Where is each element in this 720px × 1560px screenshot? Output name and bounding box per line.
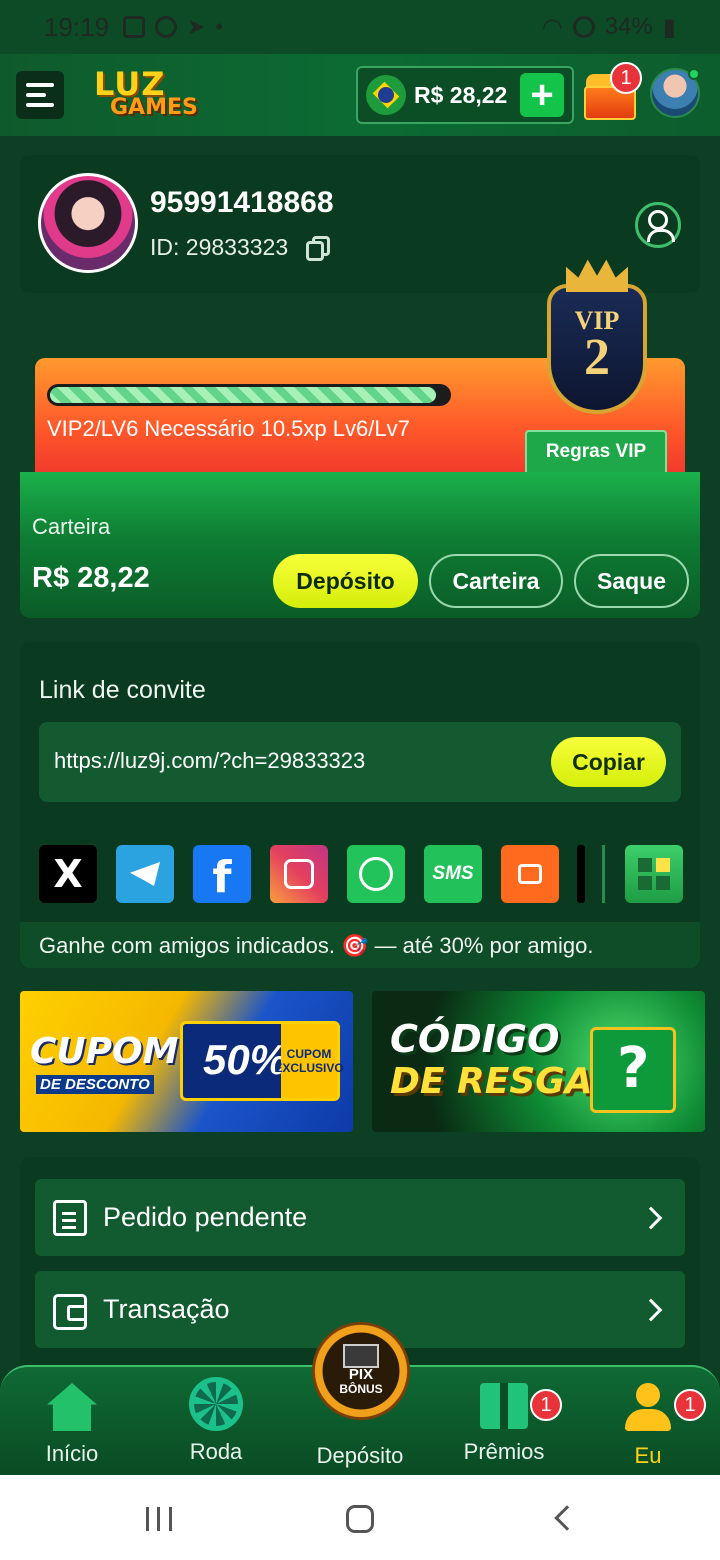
invite-footer-text: Ganhe com amigos indicados. 🎯 — até 30% … <box>39 933 594 958</box>
kwai-icon[interactable] <box>501 845 559 903</box>
logo-text-games: GAMES <box>110 95 198 120</box>
telegram-status-icon: ➤ <box>187 14 206 39</box>
center-pix-text: PIX <box>348 1366 374 1384</box>
nav-label: Início <box>45 1441 99 1466</box>
back-icon[interactable] <box>554 1505 580 1531</box>
invite-title: Link de convite <box>39 676 206 704</box>
share-divider <box>602 845 605 903</box>
share-icons: X f SMS <box>39 845 699 903</box>
status-time: 19:19 <box>44 11 110 42</box>
battery-text: 34% <box>604 13 653 40</box>
coupon-side-text: CUPOM EXCLUSIVO <box>274 1024 344 1098</box>
order-icon <box>53 1199 87 1236</box>
wheel-icon <box>189 1377 243 1431</box>
menu-item-label: Pedido pendente <box>103 1202 308 1232</box>
center-bonus-text: BÔNUS <box>339 1382 383 1397</box>
vip-badge-level: 2 <box>584 329 610 386</box>
profile-phone: 95991418868 <box>150 186 334 219</box>
nav-home[interactable]: Início <box>12 1383 132 1467</box>
wallet-amount: R$ 28,22 <box>32 562 150 594</box>
whatsapp-icon[interactable] <box>347 845 405 903</box>
vip-progress-fill <box>50 387 437 403</box>
profile-avatar[interactable] <box>38 173 138 273</box>
nav-wheel[interactable]: Roda <box>156 1377 276 1465</box>
header-balance[interactable]: R$ 28,22 + <box>356 66 574 124</box>
nav-me[interactable]: Eu 1 <box>588 1383 708 1469</box>
header-avatar[interactable] <box>650 68 700 118</box>
menu-button[interactable] <box>16 71 64 119</box>
invite-link-box: https://luz9j.com/?ch=29833323 Copiar <box>39 722 681 802</box>
nav-label: Prêmios <box>463 1439 545 1464</box>
vip-progress-bar <box>47 384 451 406</box>
telegram-icon[interactable] <box>116 845 174 903</box>
coupon-ticket: 50% CUPOM EXCLUSIVO <box>180 1021 344 1101</box>
coupon-subtitle: DE DESCONTO <box>36 1075 154 1094</box>
redeem-title-1: CÓDIGO <box>390 1017 560 1061</box>
nav-prizes[interactable]: Prêmios 1 <box>444 1383 564 1465</box>
crown-icon <box>566 259 628 292</box>
gift-icon <box>480 1383 528 1429</box>
vip-rules-button[interactable]: Regras VIP <box>525 430 667 472</box>
pix-bonus-deposit-button[interactable]: PIX BÔNUS <box>312 1322 410 1420</box>
system-status: ◠ 34% ▮ <box>542 13 676 42</box>
wallet-label: Carteira <box>32 514 111 539</box>
header-balance-amount: R$ 28,22 <box>414 81 508 108</box>
coupon-title: CUPOM <box>30 1031 179 1072</box>
dnd-icon <box>572 16 595 38</box>
sms-icon[interactable]: SMS <box>424 845 482 903</box>
wallet-button[interactable]: Carteira <box>429 554 563 608</box>
home-icon <box>47 1383 97 1431</box>
home-button-icon[interactable] <box>346 1505 374 1533</box>
invite-link: https://luz9j.com/?ch=29833323 <box>54 748 366 773</box>
nav-label: Roda <box>189 1439 243 1464</box>
chest-badge: 1 <box>610 62 642 94</box>
copy-id-icon[interactable] <box>306 236 332 262</box>
wifi-icon: ◠ <box>541 13 563 41</box>
battery-icon: ▮ <box>662 13 676 41</box>
whatsapp-status-icon <box>155 16 178 38</box>
system-nav-bar <box>0 1475 720 1560</box>
more-icon[interactable] <box>577 845 585 903</box>
notification-icons: ➤ • <box>123 14 223 40</box>
facebook-icon[interactable]: f <box>193 845 251 903</box>
brazil-flag-icon <box>366 75 406 115</box>
deposit-button[interactable]: Depósito <box>273 554 418 608</box>
mystery-gift-icon <box>590 1027 676 1113</box>
treasure-chest-button[interactable]: 1 <box>584 62 642 124</box>
wallet-icon <box>53 1293 87 1330</box>
menu-item-pending-order[interactable]: Pedido pendente <box>35 1179 685 1256</box>
apps-icon[interactable] <box>625 845 683 903</box>
app-header: LUZ GAMES R$ 28,22 + 1 <box>0 54 720 136</box>
instagram-icon[interactable] <box>270 845 328 903</box>
online-dot <box>688 68 700 80</box>
vip-status-text: VIP2/LV6 Necessário 10.5xp Lv6/Lv7 <box>47 416 410 441</box>
edit-profile-button[interactable] <box>635 202 681 248</box>
x-icon[interactable]: X <box>39 845 97 903</box>
withdraw-button[interactable]: Saque <box>574 554 689 608</box>
luz-games-logo[interactable]: LUZ GAMES <box>94 65 206 125</box>
prizes-badge: 1 <box>530 1389 562 1421</box>
envelope-icon <box>343 1344 379 1368</box>
chevron-right-icon <box>639 1298 663 1321</box>
user-icon <box>625 1383 671 1433</box>
coupon-banner[interactable]: CUPOM DE DESCONTO 50% CUPOM EXCLUSIVO <box>20 991 353 1132</box>
add-funds-button[interactable]: + <box>520 73 564 117</box>
nav-label: Eu <box>634 1443 662 1468</box>
status-bar: 19:19 ➤ • ◠ 34% ▮ <box>0 0 720 54</box>
nav-deposit-label[interactable]: Depósito <box>300 1443 420 1469</box>
menu-item-label: Transação <box>103 1294 230 1324</box>
invite-card: Link de convite https://luz9j.com/?ch=29… <box>20 642 700 968</box>
me-badge: 1 <box>674 1389 706 1421</box>
chevron-right-icon <box>639 1206 663 1229</box>
vip-badge: VIP 2 <box>544 256 650 424</box>
copy-link-button[interactable]: Copiar <box>551 737 666 787</box>
wallet-card: Carteira R$ 28,22 Depósito Carteira Saqu… <box>20 472 700 618</box>
dot-icon: • <box>215 14 224 39</box>
profile-id: ID: 29833323 <box>150 234 289 260</box>
recent-apps-icon[interactable] <box>146 1507 172 1531</box>
gallery-icon <box>123 16 146 38</box>
invite-footer: Ganhe com amigos indicados. 🎯 — até 30% … <box>20 922 700 968</box>
redeem-code-banner[interactable]: CÓDIGO DE RESGATE <box>372 991 705 1132</box>
